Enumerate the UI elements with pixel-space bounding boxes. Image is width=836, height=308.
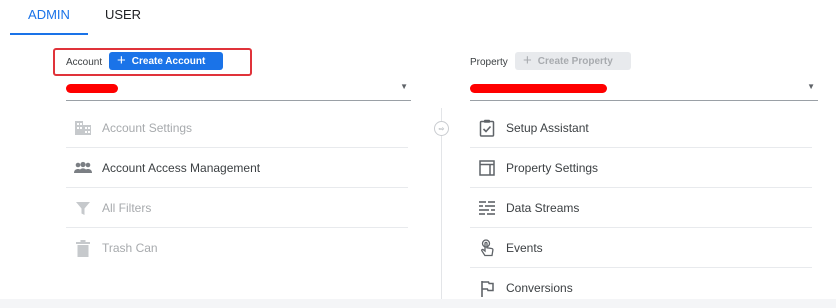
create-property-button[interactable]: + Create Property	[515, 52, 631, 70]
property-label: Property	[470, 57, 508, 68]
filter-icon	[73, 198, 93, 218]
create-account-button[interactable]: + Create Account	[109, 52, 223, 70]
admin-tab-bar: ADMIN USER	[0, 0, 836, 35]
item-label: Account Access Management	[102, 160, 261, 175]
data-streams-item[interactable]: Data Streams	[470, 188, 812, 228]
clipboard-check-icon	[477, 118, 497, 138]
create-property-label: Create Property	[537, 55, 613, 67]
plus-icon: +	[117, 52, 126, 69]
building-icon	[73, 118, 93, 138]
create-account-label: Create Account	[131, 55, 206, 67]
item-label: All Filters	[102, 200, 152, 215]
setup-assistant-item[interactable]: Setup Assistant	[470, 108, 812, 148]
account-access-management-item[interactable]: Account Access Management	[66, 148, 408, 188]
swap-columns-icon[interactable]: ⇨	[434, 121, 449, 136]
item-label: Property Settings	[506, 160, 599, 175]
trash-icon	[73, 238, 93, 258]
all-filters-item[interactable]: All Filters	[66, 188, 408, 228]
account-selector[interactable]: ▼	[66, 81, 411, 101]
account-settings-item[interactable]: Account Settings	[66, 108, 408, 148]
events-item[interactable]: Events	[470, 228, 812, 268]
item-label: Conversions	[506, 281, 573, 295]
redacted-account-name	[66, 84, 118, 93]
plus-icon: +	[523, 52, 532, 69]
account-label: Account	[66, 57, 103, 68]
touch-icon	[477, 238, 497, 258]
people-icon	[73, 158, 93, 178]
item-label: Account Settings	[102, 120, 193, 135]
layout-icon	[477, 158, 497, 178]
item-label: Setup Assistant	[506, 120, 589, 135]
property-settings-item[interactable]: Property Settings	[470, 148, 812, 188]
tab-admin[interactable]: ADMIN	[10, 0, 88, 35]
caret-down-icon: ▼	[807, 82, 815, 91]
flag-icon	[477, 278, 497, 298]
caret-down-icon: ▼	[400, 82, 408, 91]
item-label: Data Streams	[506, 200, 580, 215]
tab-user[interactable]: USER	[88, 0, 158, 35]
property-selector[interactable]: ▼	[470, 81, 818, 101]
trash-can-item[interactable]: Trash Can	[66, 228, 408, 268]
column-divider	[441, 108, 442, 299]
conversions-item[interactable]: Conversions	[470, 268, 812, 308]
item-label: Trash Can	[102, 241, 158, 255]
redacted-property-name	[470, 84, 607, 93]
item-label: Events	[506, 240, 543, 255]
streams-icon	[477, 198, 497, 218]
admin-panel: Account + Create Account Property + Crea…	[0, 35, 836, 299]
